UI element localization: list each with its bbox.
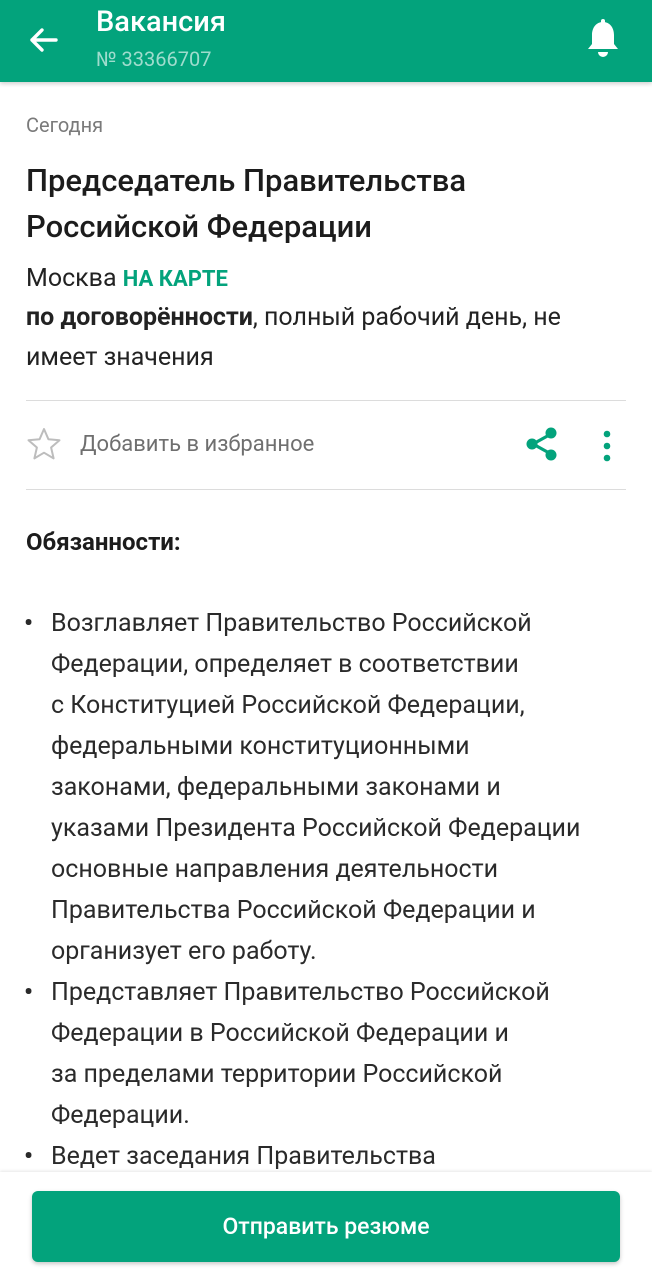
- app-bar: Вакансия № 33366707: [0, 0, 652, 82]
- favorite-label[interactable]: Добавить в избранное: [80, 430, 314, 460]
- job-conditions: по договорённости, полный рабочий день, …: [26, 298, 632, 378]
- list-item: • Ведет заседания Правительства: [20, 1136, 632, 1172]
- duties-list: • Возглавляет Правительство Российской Ф…: [20, 603, 632, 1172]
- notifications-button[interactable]: [582, 16, 624, 62]
- back-button[interactable]: [22, 20, 68, 60]
- duties-header: Обязанности:: [26, 528, 181, 556]
- bullet: •: [24, 609, 33, 638]
- bottom-bar: Отправить резюме: [0, 1172, 652, 1280]
- share-icon: [526, 427, 557, 461]
- duty-text: Ведет заседания Правительства: [51, 1142, 436, 1171]
- arrow-left-icon: [30, 28, 58, 52]
- send-resume-button[interactable]: Отправить резюме: [32, 1191, 620, 1262]
- star-outline-icon: [27, 428, 61, 460]
- favorite-button[interactable]: [26, 426, 62, 462]
- map-link[interactable]: НА КАРТЕ: [123, 267, 228, 292]
- bullet: •: [24, 978, 33, 1007]
- duty-text: Представляет Правительство Российской Фе…: [51, 978, 550, 1130]
- city: Москва: [26, 264, 117, 293]
- more-options-button[interactable]: [594, 426, 620, 466]
- vacancy-number: № 33366707: [96, 47, 212, 71]
- duty-text: Возглавляет Правительство Российской Фед…: [51, 609, 581, 966]
- bullet: •: [24, 1142, 33, 1171]
- page-title: Вакансия: [96, 5, 226, 39]
- location-line: Москва НА КАРТЕ: [26, 262, 228, 297]
- publish-date: Сегодня: [26, 113, 104, 137]
- salary: по договорённости: [26, 303, 253, 332]
- bell-icon: [588, 19, 618, 57]
- list-item: • Возглавляет Правительство Российской Ф…: [20, 603, 632, 972]
- job-title: Председатель Правительства Российской Фе…: [26, 162, 467, 245]
- share-button[interactable]: [522, 424, 562, 464]
- divider: [26, 400, 626, 401]
- list-item: • Представляет Правительство Российской …: [20, 972, 632, 1136]
- more-vertical-icon: [603, 430, 611, 462]
- divider: [26, 489, 626, 490]
